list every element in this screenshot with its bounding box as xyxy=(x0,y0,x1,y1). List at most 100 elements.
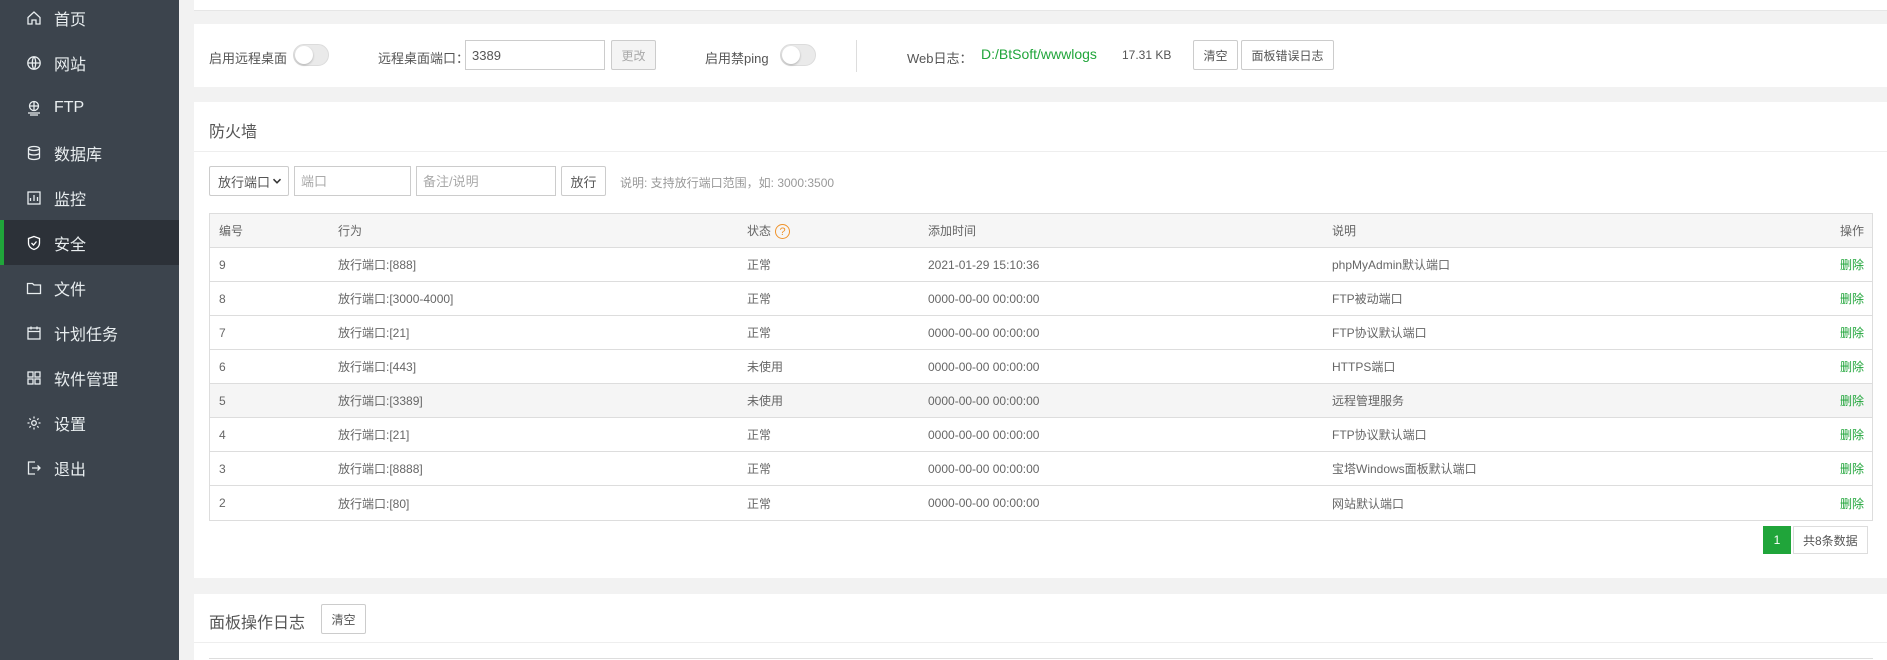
rule-time: 0000-00-00 00:00:00 xyxy=(928,291,1040,306)
clear-panel-log-button[interactable]: 清空 xyxy=(321,604,366,634)
top-panel-edge xyxy=(194,0,1887,11)
firewall-rules-table: 编号 行为 状态? 添加时间 说明 操作 9 放行端口:[888] 正常 202… xyxy=(209,213,1873,521)
sidebar-item-monitor[interactable]: 监控 xyxy=(0,175,179,220)
remote-port-label: 远程桌面端口： xyxy=(378,51,470,66)
sidebar-item-label: 监控 xyxy=(54,191,87,209)
sidebar-item-files[interactable]: 文件 xyxy=(0,265,179,310)
divider xyxy=(209,658,1873,659)
sidebar-item-label: 文件 xyxy=(54,281,87,299)
panel-log-title: 面板操作日志 xyxy=(209,615,306,632)
rule-status: 正常 xyxy=(747,462,772,476)
rule-status: 正常 xyxy=(747,326,772,340)
sidebar-item-ftp[interactable]: FTP xyxy=(0,85,179,130)
rule-action: 放行端口:[443] xyxy=(338,360,417,374)
sidebar-item-label: 首页 xyxy=(54,11,87,29)
divider xyxy=(194,151,1887,152)
rule-type-value: 放行端口 xyxy=(218,174,271,190)
clear-web-log-button[interactable]: 清空 xyxy=(1193,40,1238,70)
rule-type-select[interactable]: 放行端口 xyxy=(209,166,289,196)
gear-icon xyxy=(26,415,42,431)
rule-id: 5 xyxy=(219,393,226,408)
note-input[interactable] xyxy=(416,166,556,196)
table-row: 7 放行端口:[21] 正常 0000-00-00 00:00:00 FTP协议… xyxy=(210,316,1872,350)
remote-desktop-label: 启用远程桌面 xyxy=(209,51,288,66)
sidebar-item-label: 软件管理 xyxy=(54,371,119,389)
rule-time: 0000-00-00 00:00:00 xyxy=(928,496,1040,510)
delete-rule-link[interactable]: 删除 xyxy=(1840,392,1864,409)
rule-id: 7 xyxy=(219,325,226,340)
rule-status: 正常 xyxy=(747,292,772,306)
firewall-title: 防火墙 xyxy=(209,124,258,141)
rule-id: 4 xyxy=(219,427,226,442)
table-row: 3 放行端口:[8888] 正常 0000-00-00 00:00:00 宝塔W… xyxy=(210,452,1872,486)
web-log-size: 17.31 KB xyxy=(1122,48,1172,62)
delete-rule-link[interactable]: 删除 xyxy=(1840,256,1864,273)
sidebar-item-home[interactable]: 首页 xyxy=(0,0,179,40)
rule-status: 正常 xyxy=(747,258,772,272)
pagination-current-page[interactable]: 1 xyxy=(1763,526,1791,554)
rule-time: 0000-00-00 00:00:00 xyxy=(928,427,1040,442)
rule-note: 网站默认端口 xyxy=(1332,496,1405,511)
column-header: 状态 xyxy=(747,223,772,238)
table-row: 9 放行端口:[888] 正常 2021-01-29 15:10:36 phpM… xyxy=(210,248,1872,282)
delete-rule-link[interactable]: 删除 xyxy=(1840,290,1864,307)
delete-rule-link[interactable]: 删除 xyxy=(1840,495,1864,512)
disable-ping-toggle[interactable] xyxy=(780,44,816,66)
web-log-path-link[interactable]: D:/BtSoft/wwwlogs xyxy=(981,46,1097,62)
port-input[interactable] xyxy=(294,166,411,196)
table-row: 4 放行端口:[21] 正常 0000-00-00 00:00:00 FTP协议… xyxy=(210,418,1872,452)
sidebar-item-label: FTP xyxy=(54,98,85,116)
sidebar-item-label: 计划任务 xyxy=(54,326,119,344)
panel-error-log-button[interactable]: 面板错误日志 xyxy=(1241,40,1334,70)
rule-status: 未使用 xyxy=(747,394,784,408)
remote-desktop-toggle[interactable] xyxy=(293,44,329,66)
sidebar-item-logout[interactable]: 退出 xyxy=(0,445,179,490)
rule-note: FTP被动端口 xyxy=(1332,292,1403,306)
table-row: 8 放行端口:[3000-4000] 正常 0000-00-00 00:00:0… xyxy=(210,282,1872,316)
sidebar-item-label: 安全 xyxy=(54,236,87,254)
divider xyxy=(856,40,857,72)
remote-port-input[interactable] xyxy=(465,40,605,70)
delete-rule-link[interactable]: 删除 xyxy=(1840,324,1864,341)
security-settings-bar: 启用远程桌面 远程桌面端口： 更改 启用禁ping Web日志： D:/BtSo… xyxy=(194,24,1887,87)
help-icon[interactable]: ? xyxy=(775,224,791,240)
sidebar-item-label: 退出 xyxy=(54,461,87,479)
rule-action: 放行端口:[888] xyxy=(338,258,417,272)
rule-action: 放行端口:[21] xyxy=(338,326,410,340)
rule-time: 2021-01-29 15:10:36 xyxy=(928,257,1040,272)
database-icon xyxy=(26,145,42,161)
shield-icon xyxy=(26,235,42,251)
delete-rule-link[interactable]: 删除 xyxy=(1840,358,1864,375)
rule-id: 9 xyxy=(219,257,226,272)
sidebar-item-database[interactable]: 数据库 xyxy=(0,130,179,175)
table-row: 5 放行端口:[3389] 未使用 0000-00-00 00:00:00 远程… xyxy=(210,384,1872,418)
table-row: 6 放行端口:[443] 未使用 0000-00-00 00:00:00 HTT… xyxy=(210,350,1872,384)
sidebar-item-website[interactable]: 网站 xyxy=(0,40,179,85)
rule-action: 放行端口:[8888] xyxy=(338,462,423,476)
allow-port-button[interactable]: 放行 xyxy=(561,166,606,196)
delete-rule-link[interactable]: 删除 xyxy=(1840,426,1864,443)
sidebar-item-cron[interactable]: 计划任务 xyxy=(0,310,179,355)
rule-note: FTP协议默认端口 xyxy=(1332,326,1427,340)
rule-action: 放行端口:[3389] xyxy=(338,394,423,408)
disable-ping-label: 启用禁ping xyxy=(705,51,769,66)
pagination-total: 共8条数据 xyxy=(1793,526,1868,554)
sidebar-item-software[interactable]: 软件管理 xyxy=(0,355,179,400)
ftp-icon xyxy=(26,100,42,116)
globe-icon xyxy=(26,55,42,71)
rule-id: 8 xyxy=(219,291,226,306)
column-header: 添加时间 xyxy=(928,224,977,238)
sidebar-item-settings[interactable]: 设置 xyxy=(0,400,179,445)
rule-id: 2 xyxy=(219,496,226,510)
table-row: 2 放行端口:[80] 正常 0000-00-00 00:00:00 网站默认端… xyxy=(210,486,1872,520)
change-port-button[interactable]: 更改 xyxy=(611,40,656,70)
port-hint: 说明: 支持放行端口范围，如: 3000:3500 xyxy=(620,176,835,190)
sidebar-item-security[interactable]: 安全 xyxy=(0,220,179,265)
delete-rule-link[interactable]: 删除 xyxy=(1840,460,1864,477)
rule-note: 远程管理服务 xyxy=(1332,394,1405,408)
rule-action: 放行端口:[3000-4000] xyxy=(338,292,454,306)
chevron-down-icon xyxy=(272,178,282,184)
column-header-status: 状态? xyxy=(747,222,791,240)
panel-log-section: 面板操作日志 清空 xyxy=(194,594,1887,660)
rule-note: 宝塔Windows面板默认端口 xyxy=(1332,462,1477,476)
